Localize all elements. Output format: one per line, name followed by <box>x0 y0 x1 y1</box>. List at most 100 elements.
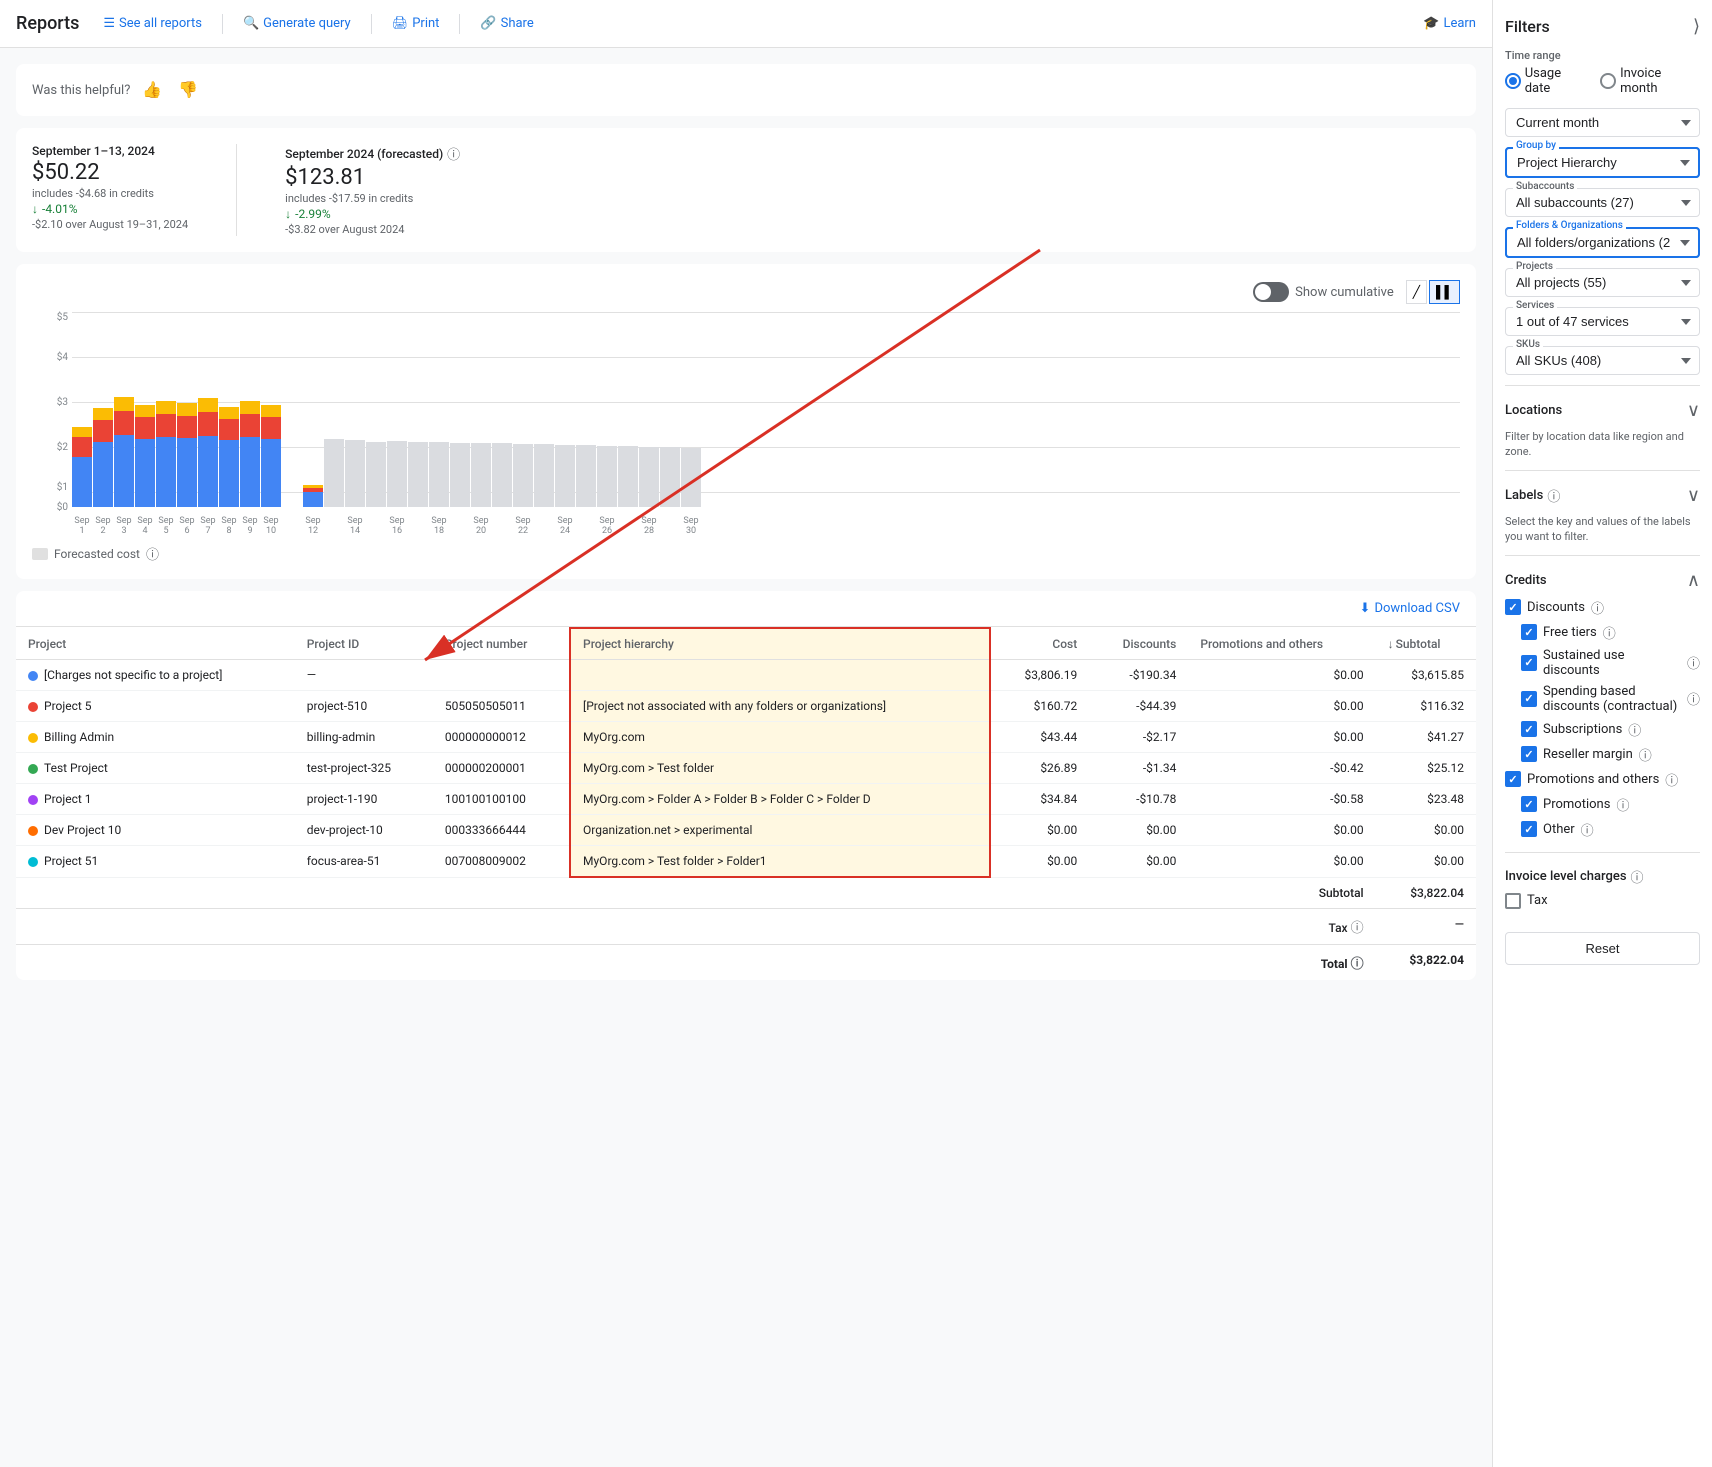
project-cell: Project 51 <box>16 846 295 878</box>
bar-sep17 <box>408 442 428 507</box>
subscriptions-help[interactable]: ⓘ <box>1628 720 1641 739</box>
usage-date-radio[interactable]: Usage date <box>1505 66 1588 96</box>
labels-desc: Select the key and values of the labels … <box>1505 514 1700 545</box>
projects-wrapper: Projects All projects (55) <box>1505 268 1700 297</box>
free-tiers-checkbox[interactable]: Free tiers ⓘ <box>1505 620 1700 645</box>
period1-label: September 1–13, 2024 <box>32 144 188 158</box>
other-cb <box>1521 821 1537 837</box>
print-link[interactable]: 🖨 Print <box>384 12 448 35</box>
forecasted-legend: Forecasted cost ⓘ <box>32 544 1460 563</box>
folders-overlay-label: Folders & Organizations <box>1513 220 1626 231</box>
period2-label: September 2024 (forecasted) ⓘ <box>285 144 460 163</box>
learn-link[interactable]: 🎓 Learn <box>1423 16 1476 31</box>
locations-header[interactable]: Locations ∨ <box>1505 396 1700 425</box>
bar-sep25 <box>576 445 596 507</box>
sort-icon: ↓ <box>1388 637 1394 651</box>
col-cost: Cost <box>990 628 1089 660</box>
reseller-help[interactable]: ⓘ <box>1639 745 1652 764</box>
folders-wrapper: Folders & Organizations All folders/orga… <box>1505 227 1700 258</box>
thumbs-up-button[interactable]: 👍 <box>138 76 166 104</box>
subaccounts-select[interactable]: All subaccounts (27) <box>1505 188 1700 217</box>
download-icon: ⬇ <box>1360 601 1371 616</box>
bar-chart-button[interactable]: ▌▌ <box>1429 280 1460 304</box>
project-cell: Test Project <box>16 753 295 784</box>
subscriptions-checkbox[interactable]: Subscriptions ⓘ <box>1505 717 1700 742</box>
bar-sep26 <box>597 446 617 507</box>
invoice-level-header[interactable]: Invoice level charges ⓘ <box>1505 863 1700 890</box>
see-all-reports-link[interactable]: ☰ See all reports <box>95 12 210 35</box>
other-checkbox[interactable]: Other ⓘ <box>1505 817 1700 842</box>
discounts-help-icon[interactable]: ⓘ <box>1591 598 1604 617</box>
nav-divider-3 <box>459 14 460 34</box>
download-csv-button[interactable]: ⬇ Download CSV <box>1360 601 1460 616</box>
bar-sep27 <box>618 446 638 507</box>
reseller-margin-checkbox[interactable]: Reseller margin ⓘ <box>1505 742 1700 767</box>
bar-sep12 <box>303 485 323 507</box>
promotions-checkbox[interactable]: Promotions and others ⓘ <box>1505 767 1700 792</box>
spending-help[interactable]: ⓘ <box>1687 689 1700 708</box>
tax-help-icon[interactable]: ⓘ <box>1351 921 1364 936</box>
locations-collapse-icon: ∨ <box>1687 400 1700 421</box>
bar-sep2 <box>93 408 113 507</box>
collapse-sidebar-icon[interactable]: ⟩ <box>1693 16 1700 37</box>
line-chart-button[interactable]: ╱ <box>1406 280 1427 304</box>
share-link[interactable]: 🔗 Share <box>472 12 541 35</box>
promotions-help-icon[interactable]: ⓘ <box>1665 770 1678 789</box>
project-cell: Project 5 <box>16 691 295 722</box>
project-cell: Dev Project 10 <box>16 815 295 846</box>
forecasted-legend-box <box>32 548 48 560</box>
bar-sep7 <box>198 398 218 507</box>
bar-sep5 <box>156 401 176 507</box>
bar-sep15 <box>366 442 386 507</box>
divider-3 <box>1505 555 1700 556</box>
projects-select[interactable]: All projects (55) <box>1505 268 1700 297</box>
sustained-use-checkbox[interactable]: Sustained use discounts ⓘ <box>1505 645 1700 681</box>
show-cumulative-toggle[interactable]: Show cumulative <box>1253 282 1394 302</box>
thumbs-down-button[interactable]: 👎 <box>174 76 202 104</box>
stat-divider <box>236 144 237 236</box>
reseller-cb <box>1521 746 1537 762</box>
generate-query-link[interactable]: 🔍 Generate query <box>235 12 359 35</box>
skus-select[interactable]: All SKUs (408) <box>1505 346 1700 375</box>
invoice-month-radio-dot <box>1600 73 1616 89</box>
other-help[interactable]: ⓘ <box>1581 820 1594 839</box>
sustained-help[interactable]: ⓘ <box>1687 653 1700 672</box>
stats-card: September 1–13, 2024 $50.22 includes -$4… <box>16 128 1476 252</box>
invoice-month-radio[interactable]: Invoice month <box>1600 66 1700 96</box>
current-month-select[interactable]: Current month <box>1505 108 1700 137</box>
period1-change-note: -$2.10 over August 19–31, 2024 <box>32 218 188 231</box>
credits-header[interactable]: Credits ∧ <box>1505 566 1700 595</box>
locations-desc: Filter by location data like region and … <box>1505 429 1700 460</box>
group-by-wrapper: Group by Project Hierarchy <box>1505 147 1700 178</box>
free-tiers-help[interactable]: ⓘ <box>1603 623 1616 642</box>
labels-help-icon[interactable]: ⓘ <box>1547 486 1560 505</box>
toggle-switch[interactable] <box>1253 282 1289 302</box>
subaccounts-overlay-label: Subaccounts <box>1513 181 1577 192</box>
total-help-icon[interactable]: ⓘ <box>1351 957 1364 972</box>
sustained-cb <box>1521 655 1537 671</box>
spending-based-checkbox[interactable]: Spending based discounts (contractual) ⓘ <box>1505 681 1700 717</box>
forecasted-help-icon[interactable]: ⓘ <box>146 544 159 563</box>
invoice-level-help-icon[interactable]: ⓘ <box>1631 867 1644 886</box>
reset-button[interactable]: Reset <box>1505 932 1700 965</box>
invoice-tax-checkbox[interactable]: Tax <box>1505 890 1700 912</box>
services-select[interactable]: 1 out of 47 services <box>1505 307 1700 336</box>
folders-select[interactable]: All folders/organizations (28) <box>1505 227 1700 258</box>
list-icon: ☰ <box>103 16 115 31</box>
project-cell: Billing Admin <box>16 722 295 753</box>
promotions-sub-checkbox[interactable]: Promotions ⓘ <box>1505 792 1700 817</box>
bar-sep29 <box>660 447 680 507</box>
bar-sep6 <box>177 403 197 507</box>
helpful-bar: Was this helpful? 👍 👎 <box>16 64 1476 116</box>
table-row: Dev Project 10 dev-project-10 0003336664… <box>16 815 1476 846</box>
bar-sep30 <box>681 448 701 507</box>
promotions-sub-help[interactable]: ⓘ <box>1616 795 1629 814</box>
forecast-help-icon[interactable]: ⓘ <box>447 144 460 163</box>
project-dot <box>28 795 38 805</box>
labels-header[interactable]: Labels ⓘ ∨ <box>1505 481 1700 510</box>
discounts-checkbox[interactable]: Discounts ⓘ <box>1505 595 1700 620</box>
group-by-select[interactable]: Project Hierarchy <box>1505 147 1700 178</box>
print-icon: 🖨 <box>392 16 409 31</box>
spending-cb <box>1521 691 1537 707</box>
period1-amount: $50.22 <box>32 160 188 185</box>
